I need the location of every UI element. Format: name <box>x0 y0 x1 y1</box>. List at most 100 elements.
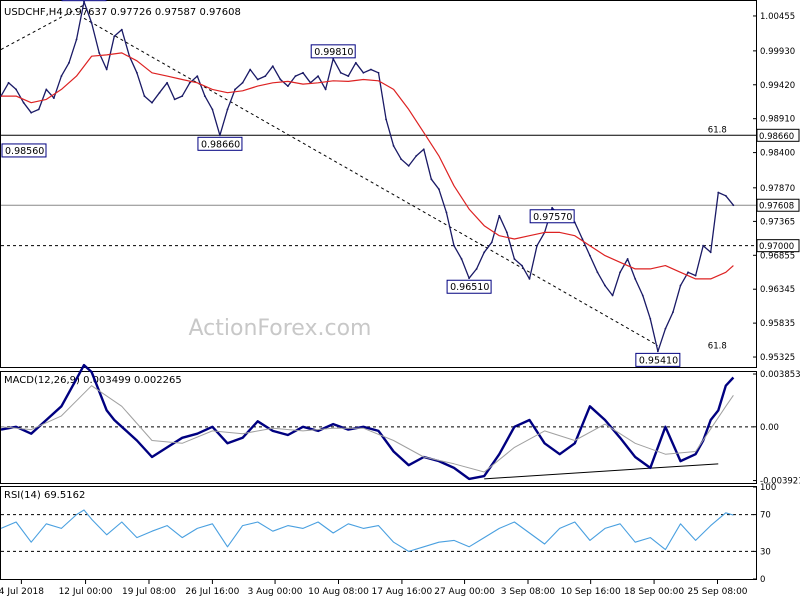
rsi-panel-header: RSI(14) 69.5162 <box>4 490 85 501</box>
price-point <box>521 264 523 267</box>
price-point <box>211 108 214 111</box>
price-point <box>362 71 365 74</box>
y-tick-label: 0.98910 <box>760 115 795 125</box>
price-point <box>679 284 682 287</box>
price-point <box>60 75 63 78</box>
price-point <box>249 68 252 71</box>
price-point <box>370 68 372 71</box>
price-point <box>483 251 486 254</box>
price-tag: 0.98660 <box>759 132 794 142</box>
price-point <box>241 81 244 84</box>
y-tick-label: 100 <box>760 483 776 493</box>
price-point <box>196 75 199 78</box>
price-point <box>271 65 274 68</box>
y-tick-label: 0.98400 <box>760 149 795 159</box>
price-point <box>279 78 282 81</box>
price-point <box>641 294 644 297</box>
price-point <box>536 244 538 247</box>
price-tag: 0.97608 <box>759 202 794 212</box>
price-point <box>143 95 146 97</box>
price-point <box>687 271 689 274</box>
price-point <box>339 71 342 74</box>
price-point <box>30 111 33 114</box>
price-point <box>611 294 614 297</box>
y-tick-label: 0.003853 <box>760 370 800 380</box>
price-point <box>37 108 40 111</box>
price-point <box>709 251 712 254</box>
price-point <box>287 85 289 88</box>
y-tick-label: 0.99420 <box>760 81 795 91</box>
price-point <box>385 118 387 121</box>
price-point <box>151 101 153 104</box>
price-point <box>551 206 554 209</box>
watermark: ActionForex.com <box>189 316 372 341</box>
price-point <box>52 97 55 99</box>
price-point <box>219 134 221 137</box>
price-panel-header: USDCHF,H4 0.97637 0.97726 0.97587 0.9760… <box>4 7 241 18</box>
y-tick-label: 1.00455 <box>760 12 795 22</box>
price-point <box>68 61 70 64</box>
price-point <box>664 327 667 330</box>
y-tick-label: 0.96855 <box>760 251 795 261</box>
price-point <box>113 35 116 38</box>
price-point <box>7 81 10 84</box>
price-point <box>589 254 591 257</box>
price-point <box>626 258 629 260</box>
x-tick-label: 27 Aug 00:00 <box>434 587 495 597</box>
price-point <box>294 75 297 78</box>
x-tick-label: 18 Sep 00:00 <box>624 587 684 597</box>
price-point <box>422 148 425 151</box>
x-tick-label: 19 Jul 08:00 <box>122 587 176 597</box>
y-tick-label: 0.97870 <box>760 184 795 194</box>
price-tag: 0.97000 <box>759 242 794 252</box>
price-point <box>724 194 727 197</box>
y-tick-label: 0.00 <box>760 423 779 433</box>
price-point <box>158 91 161 94</box>
x-tick-label: 3 Aug 00:00 <box>248 587 303 597</box>
x-tick-label: 3 Sep 08:00 <box>501 587 556 597</box>
y-tick-label: 0 <box>760 575 765 585</box>
price-point <box>22 101 25 104</box>
x-tick-label: 26 Jul 16:00 <box>185 587 239 597</box>
price-point <box>392 145 395 147</box>
level-label: 0.97570 <box>533 212 572 223</box>
x-tick-label: 10 Sep 16:00 <box>561 587 621 597</box>
x-tick-label: 25 Sep 08:00 <box>687 587 747 597</box>
price-point <box>166 81 169 84</box>
price-point <box>445 211 448 214</box>
x-tick-label: 10 Aug 08:00 <box>308 587 369 597</box>
price-point <box>656 350 659 353</box>
price-point <box>513 258 516 260</box>
price-point <box>702 244 705 247</box>
price-point <box>234 88 236 91</box>
price-point <box>324 88 327 91</box>
price-point <box>453 244 455 247</box>
level-label: 0.98660 <box>201 139 240 150</box>
price-point <box>694 274 697 277</box>
price-point <box>120 28 123 31</box>
price-point <box>596 271 599 274</box>
y-tick-label: 0.95325 <box>760 353 795 363</box>
price-point <box>354 61 357 64</box>
price-point <box>672 311 674 314</box>
level-label: 1.00670 <box>65 0 104 1</box>
price-point <box>438 188 440 191</box>
chart-background <box>0 0 800 600</box>
price-point <box>136 71 138 74</box>
y-tick-label: 70 <box>760 511 771 521</box>
price-point <box>90 22 93 24</box>
price-point <box>203 95 206 97</box>
level-label: 0.99810 <box>314 47 353 58</box>
price-point <box>468 277 470 280</box>
x-tick-label: 4 Jul 2018 <box>0 587 44 597</box>
price-point <box>619 271 621 274</box>
price-point <box>347 75 350 78</box>
price-point <box>98 51 101 54</box>
price-point <box>264 75 267 78</box>
price-point <box>604 284 606 287</box>
y-tick-label: 0.99930 <box>760 47 795 57</box>
price-point <box>188 81 191 84</box>
price-point <box>302 71 304 74</box>
price-point <box>430 178 433 181</box>
y-tick-label: 0.96345 <box>760 285 795 295</box>
